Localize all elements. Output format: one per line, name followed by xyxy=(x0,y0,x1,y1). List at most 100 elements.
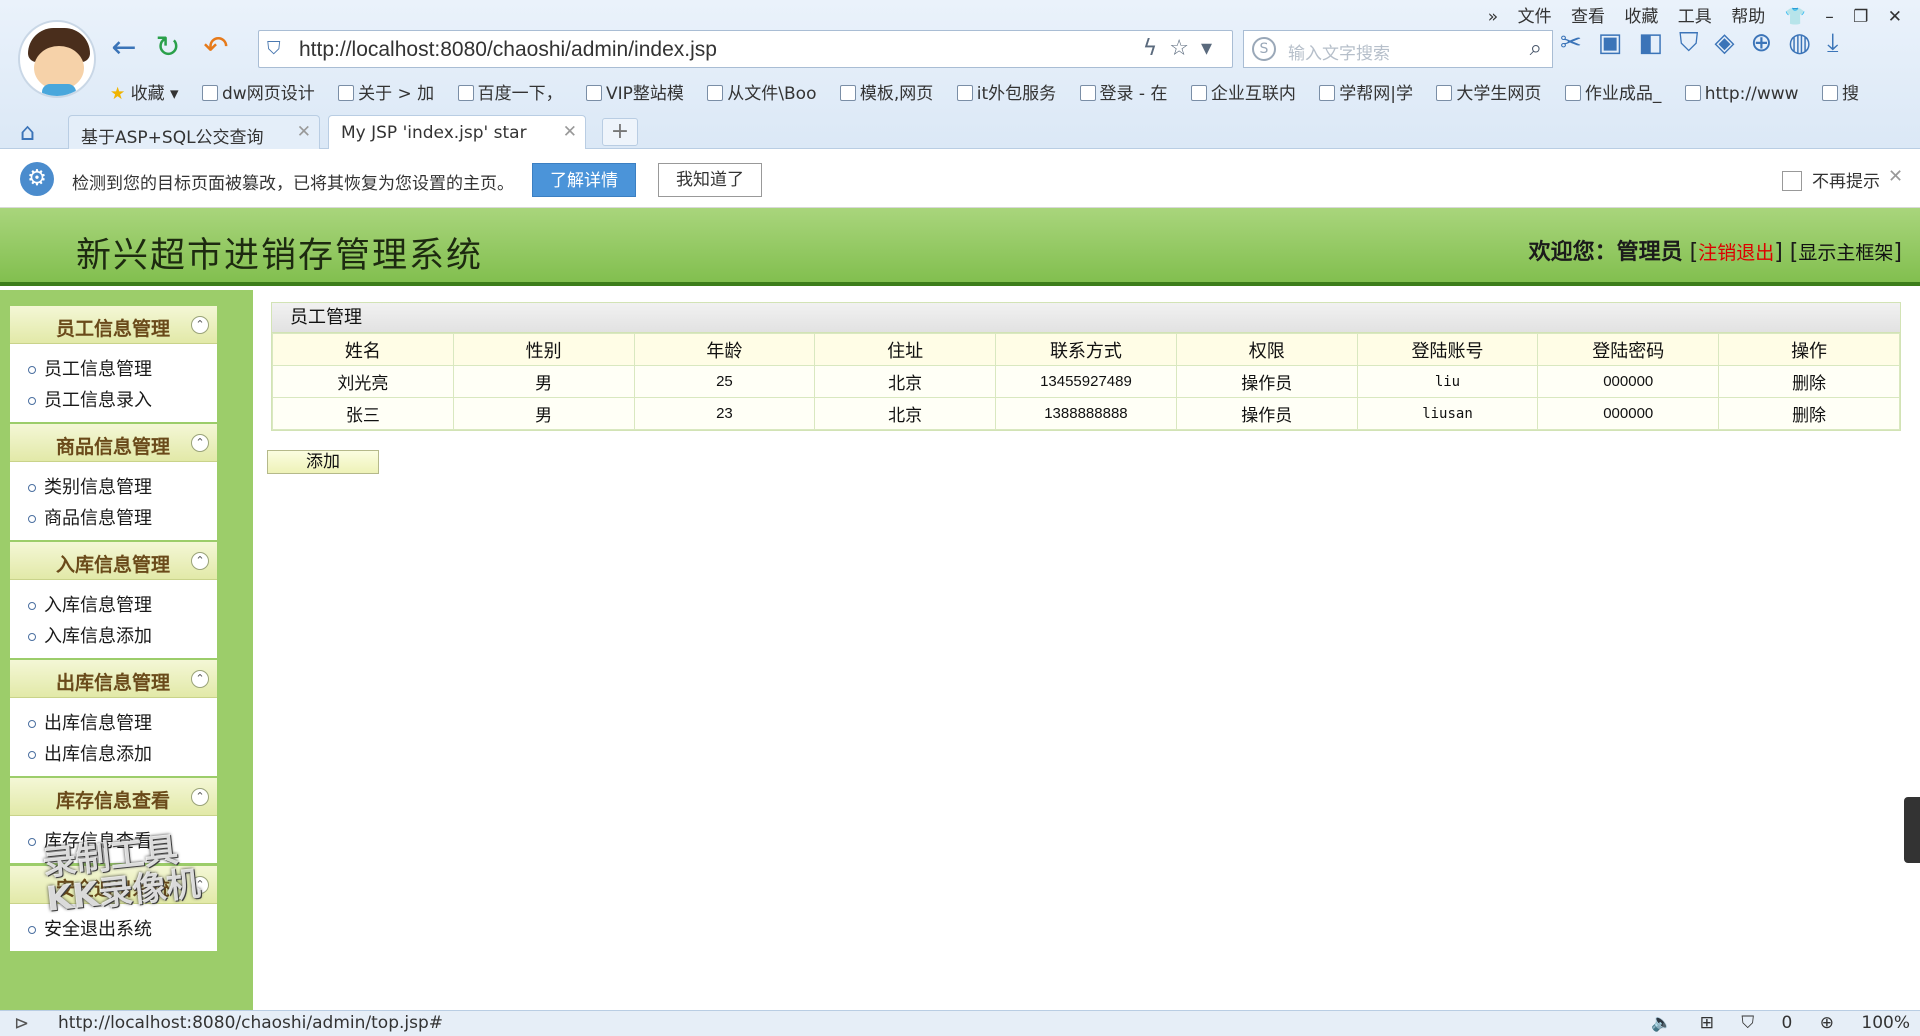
bookmark-item[interactable]: 作业成品_ xyxy=(1564,79,1661,104)
search-icon[interactable]: ⌕ xyxy=(1530,36,1542,61)
cell-age: 23 xyxy=(633,397,816,430)
speaker-icon[interactable]: 🔈 xyxy=(1651,1013,1672,1033)
network-icon[interactable]: ⊞ xyxy=(1700,1013,1714,1033)
bookmark-item[interactable]: it外包服务 xyxy=(956,79,1056,104)
close-icon[interactable]: ✕ xyxy=(563,122,577,142)
menu-help[interactable]: 帮助 xyxy=(1731,7,1765,27)
zoom-control[interactable]: ⊕ 100% xyxy=(1820,1013,1910,1033)
tab-bus-query[interactable]: 基于ASP+SQL公交查询 ✕ xyxy=(68,115,320,149)
logout-link[interactable]: 注销退出 xyxy=(1698,242,1774,264)
home-icon[interactable]: ⌂ xyxy=(20,118,35,146)
sidebar-item-staff-manage[interactable]: 员工信息管理 xyxy=(10,354,217,385)
search-placeholder[interactable]: 输入文字搜索 xyxy=(1288,39,1390,64)
menu-group-header[interactable]: 库存信息查看 ⌃ xyxy=(10,778,217,816)
add-button[interactable]: 添加 xyxy=(267,450,379,474)
bookmark-item[interactable]: http://www xyxy=(1684,84,1799,104)
skin-icon[interactable]: 👕 xyxy=(1785,7,1806,27)
bookmark-item[interactable]: 登录 - 在 xyxy=(1079,79,1167,104)
delete-link[interactable]: 删除 xyxy=(1718,397,1900,430)
cell-password: 000000 xyxy=(1537,397,1720,430)
menu-file[interactable]: 文件 xyxy=(1518,7,1552,27)
column-header: 登陆账号 xyxy=(1356,333,1539,366)
sidebar-toggle-icon[interactable]: ⊳ xyxy=(14,1013,29,1034)
refresh-icon[interactable]: ↻ xyxy=(150,30,186,66)
bookmark-item[interactable]: 百度一下， xyxy=(457,79,563,104)
tab-label: My JSP 'index.jsp' star xyxy=(341,123,527,143)
zoom-icon[interactable]: ⊕ xyxy=(1750,28,1788,58)
star-icon[interactable]: ☆ xyxy=(1169,36,1201,61)
sidebar-item-goods-manage[interactable]: 商品信息管理 xyxy=(10,503,217,534)
bookmark-item[interactable]: 模板,网页 xyxy=(839,79,933,104)
show-frame-link[interactable]: 显示主框架 xyxy=(1798,242,1893,264)
close-window-icon[interactable]: ✕ xyxy=(1888,7,1902,27)
checkbox[interactable] xyxy=(1782,171,1802,191)
page-icon xyxy=(1190,85,1207,101)
bookmark-item[interactable]: dw网页设计 xyxy=(202,79,315,104)
minimize-icon[interactable]: – xyxy=(1825,7,1834,27)
undo-icon[interactable]: ↶ xyxy=(198,30,234,66)
bookmark-item[interactable]: 搜 xyxy=(1821,79,1859,104)
collapse-icon[interactable]: ⌃ xyxy=(191,434,209,452)
menu-favorites[interactable]: 收藏 xyxy=(1624,7,1658,27)
bookmark-item[interactable]: 学帮网|学 xyxy=(1319,79,1413,104)
shield-count[interactable]: ⛉ 0 xyxy=(1741,1013,1792,1033)
bookmark-favorites[interactable]: ★ 收藏 ▾ xyxy=(110,79,179,104)
lightning-icon[interactable]: ϟ xyxy=(1143,36,1170,61)
cell-role: 操作员 xyxy=(1175,365,1358,398)
chevron-down-icon[interactable]: ▾ xyxy=(1201,36,1224,61)
delete-link[interactable]: 删除 xyxy=(1718,365,1900,398)
menu-group-title: 库存信息查看 xyxy=(56,790,171,812)
download-icon[interactable]: ⤓ xyxy=(1827,28,1855,58)
menu-group-header[interactable]: 员工信息管理 ⌃ xyxy=(10,306,217,344)
bookmark-item[interactable]: 企业互联内 xyxy=(1190,79,1296,104)
close-icon[interactable]: ✕ xyxy=(297,122,311,142)
page-title: 新兴超市进销存管理系统 xyxy=(76,236,484,276)
bookmark-item[interactable]: 从文件\Boo xyxy=(707,79,817,104)
learn-more-button[interactable]: 了解详情 xyxy=(532,163,636,197)
sidebar-item-inbound-add[interactable]: 入库信息添加 xyxy=(10,621,217,652)
user-avatar[interactable] xyxy=(18,20,96,98)
address-url[interactable]: http://localhost:8080/chaoshi/admin/inde… xyxy=(299,38,717,62)
address-actions[interactable]: ϟ☆▾ xyxy=(1143,36,1224,61)
collapse-icon[interactable]: ⌃ xyxy=(191,670,209,688)
menu-group-header[interactable]: 入库信息管理 ⌃ xyxy=(10,542,217,580)
collapse-icon[interactable]: ⌃ xyxy=(191,316,209,334)
globe-icon[interactable]: ◍ xyxy=(1788,28,1827,58)
sidebar-item-category-manage[interactable]: 类别信息管理 xyxy=(10,472,217,503)
collapse-icon[interactable]: ⌃ xyxy=(191,552,209,570)
scissors-icon[interactable]: ✂ xyxy=(1560,28,1598,58)
bookmark-item[interactable]: 关于 > 加 xyxy=(338,79,434,104)
security-icon[interactable]: ⛉ xyxy=(1679,28,1715,58)
sidebar-item-inbound-manage[interactable]: 入库信息管理 xyxy=(10,590,217,621)
menu-tools[interactable]: 工具 xyxy=(1678,7,1712,27)
restore-icon[interactable]: ❐ xyxy=(1853,7,1868,27)
save-icon[interactable]: ▣ xyxy=(1598,28,1639,58)
dont-remind-checkbox[interactable]: 不再提示 xyxy=(1782,167,1880,192)
search-engine-icon[interactable]: S xyxy=(1252,37,1276,61)
search-box[interactable]: S 输入文字搜索 ⌕ xyxy=(1243,30,1553,68)
menu-group-header[interactable]: 商品信息管理 ⌃ xyxy=(10,424,217,462)
more-icon[interactable]: » xyxy=(1488,7,1498,27)
sidebar-item-logout[interactable]: 安全退出系统 xyxy=(10,914,217,945)
extension-icon[interactable]: ◧ xyxy=(1638,28,1679,58)
bookmark-item[interactable]: 大学生网页 xyxy=(1436,79,1541,104)
side-scroll-handle[interactable] xyxy=(1904,797,1920,863)
sidebar-item-staff-add[interactable]: 员工信息录入 xyxy=(10,385,217,416)
plugin-icon[interactable]: ◈ xyxy=(1714,28,1750,58)
back-icon[interactable]: ← xyxy=(106,30,142,66)
bookmark-item[interactable]: VIP整站模 xyxy=(585,79,684,104)
sidebar-item-outbound-manage[interactable]: 出库信息管理 xyxy=(10,708,217,739)
new-tab-button[interactable]: + xyxy=(602,118,638,146)
menu-view[interactable]: 查看 xyxy=(1571,7,1605,27)
close-icon[interactable]: ✕ xyxy=(1888,166,1903,187)
page-icon xyxy=(1564,85,1581,101)
collapse-icon[interactable]: ⌃ xyxy=(191,788,209,806)
bookmarks-bar: ★ 收藏 ▾ dw网页设计 关于 > 加 百度一下， VIP整站模 从文件\Bo… xyxy=(110,79,1910,105)
address-bar[interactable]: ⛉ http://localhost:8080/chaoshi/admin/in… xyxy=(258,30,1233,68)
got-it-button[interactable]: 我知道了 xyxy=(658,163,762,197)
sidebar-item-outbound-add[interactable]: 出库信息添加 xyxy=(10,739,217,770)
status-url: http://localhost:8080/chaoshi/admin/top.… xyxy=(58,1013,443,1033)
tab-index-jsp[interactable]: My JSP 'index.jsp' star ✕ xyxy=(328,115,586,149)
status-bar: ⊳ http://localhost:8080/chaoshi/admin/to… xyxy=(0,1010,1920,1036)
menu-group-header[interactable]: 出库信息管理 ⌃ xyxy=(10,660,217,698)
